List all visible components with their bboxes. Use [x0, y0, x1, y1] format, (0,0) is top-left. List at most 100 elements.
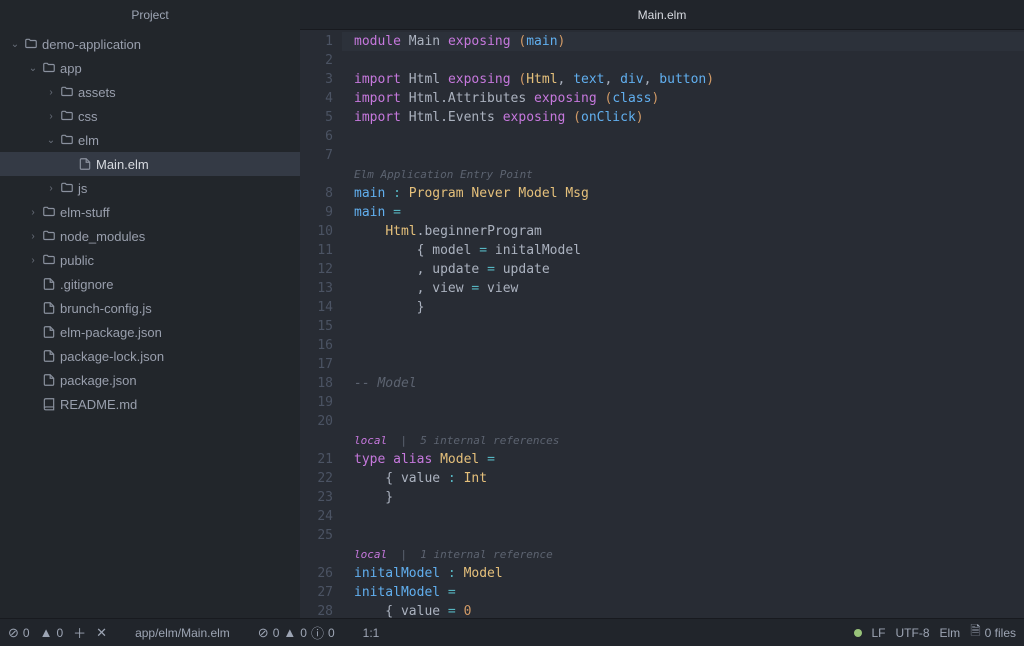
tree-item-label: package-lock.json — [60, 349, 164, 364]
status-bar: ⊘ 0 ▲ 0 ＋ ✕ app/elm/Main.elm ⊘ 0 ▲ 0 ⓘ 0… — [0, 618, 1024, 646]
code-line[interactable]: Html.beginnerProgram — [354, 222, 1024, 241]
tree-item-label: Main.elm — [96, 157, 149, 172]
code-annotation[interactable]: local | 1 internal reference — [354, 545, 1024, 564]
code-line[interactable]: } — [354, 298, 1024, 317]
tree-item-label: css — [78, 109, 98, 124]
book-icon — [40, 397, 58, 411]
status-git-indicator[interactable] — [854, 629, 862, 637]
status-errors[interactable]: ⊘ 0 — [8, 625, 30, 641]
code-line[interactable]: initalModel : Model — [354, 564, 1024, 583]
chevron-right-icon[interactable]: › — [26, 207, 40, 218]
tree-item[interactable]: elm-package.json — [0, 320, 300, 344]
line-number: 27 — [300, 583, 333, 602]
code-annotation[interactable]: local | 5 internal references — [354, 431, 1024, 450]
code-line[interactable]: initalModel = — [354, 583, 1024, 602]
chevron-right-icon[interactable]: › — [44, 183, 58, 194]
tree-item[interactable]: Main.elm — [0, 152, 300, 176]
code-line[interactable]: main : Program Never Model Msg — [354, 184, 1024, 203]
status-diagnostics: ⊘ 0 ▲ 0 ⓘ 0 — [258, 623, 335, 642]
line-number: 18 — [300, 374, 333, 393]
tree-item[interactable]: ⌄elm — [0, 128, 300, 152]
chevron-right-icon[interactable]: › — [26, 231, 40, 242]
tab-bar: Main.elm — [300, 0, 1024, 30]
error-icon: ⊘ — [8, 625, 19, 641]
status-language[interactable]: Elm — [940, 626, 961, 640]
folder-icon — [58, 181, 76, 195]
code-line[interactable] — [354, 127, 1024, 146]
code-line[interactable]: module Main exposing (main) — [342, 32, 1024, 51]
status-encoding[interactable]: UTF-8 — [896, 626, 930, 640]
tree-item-label: elm-stuff — [60, 205, 110, 220]
tree-item-label: assets — [78, 85, 116, 100]
code-line[interactable]: { value = 0 — [354, 602, 1024, 618]
code-line[interactable]: , view = view — [354, 279, 1024, 298]
code-line[interactable]: , update = update — [354, 260, 1024, 279]
line-number: 21 — [300, 450, 333, 469]
line-number: 20 — [300, 412, 333, 431]
line-number: 25 — [300, 526, 333, 545]
tree-item[interactable]: › assets — [0, 80, 300, 104]
chevron-right-icon[interactable]: › — [44, 87, 58, 98]
folder-icon — [40, 229, 58, 243]
tree-item[interactable]: README.md — [0, 392, 300, 416]
git-clean-icon — [854, 629, 862, 637]
code-line[interactable] — [354, 412, 1024, 431]
tree-item[interactable]: ›js — [0, 176, 300, 200]
tree-item[interactable]: brunch-config.js — [0, 296, 300, 320]
code-line[interactable]: type alias Model = — [354, 450, 1024, 469]
line-number: . — [300, 165, 333, 184]
tree-item-label: node_modules — [60, 229, 145, 244]
code-line[interactable]: import Html.Events exposing (onClick) — [354, 108, 1024, 127]
code-line[interactable] — [354, 507, 1024, 526]
code-line[interactable] — [354, 146, 1024, 165]
tree-item-label: package.json — [60, 373, 137, 388]
chevron-down-icon[interactable]: ⌄ — [44, 135, 58, 146]
line-number: 2 — [300, 51, 333, 70]
code-line[interactable]: { value : Int — [354, 469, 1024, 488]
code-annotation[interactable]: Elm Application Entry Point — [354, 165, 1024, 184]
status-add[interactable]: ＋ — [73, 623, 86, 642]
line-gutter: 1234567.891011121314151617181920.2122232… — [300, 30, 342, 618]
status-cursor-position[interactable]: 1:1 — [363, 626, 380, 640]
code-line[interactable] — [354, 317, 1024, 336]
code-line[interactable] — [354, 526, 1024, 545]
tree-item[interactable]: package-lock.json — [0, 344, 300, 368]
status-warnings[interactable]: ▲ 0 — [40, 625, 64, 640]
chevron-down-icon[interactable]: ⌄ — [26, 63, 40, 74]
status-line-ending[interactable]: LF — [872, 626, 886, 640]
tree-item[interactable]: ›public — [0, 248, 300, 272]
status-close[interactable]: ✕ — [96, 625, 107, 641]
file-icon: 🗎 — [970, 622, 980, 644]
tree-item-label: demo-application — [42, 37, 141, 52]
folder-icon — [58, 85, 76, 99]
line-number: 15 — [300, 317, 333, 336]
tree-item[interactable]: › node_modules — [0, 224, 300, 248]
tab-active[interactable]: Main.elm — [638, 8, 687, 22]
status-files[interactable]: 🗎 0 files — [970, 622, 1016, 644]
code-line[interactable]: { model = initalModel — [354, 241, 1024, 260]
code-line[interactable]: import Html.Attributes exposing (class) — [354, 89, 1024, 108]
chevron-down-icon[interactable]: ⌄ — [8, 39, 22, 50]
file-icon — [76, 157, 94, 171]
code-content[interactable]: module Main exposing (main) import Html … — [342, 30, 1024, 618]
tree-item[interactable]: package.json — [0, 368, 300, 392]
chevron-right-icon[interactable]: › — [44, 111, 58, 122]
code-area[interactable]: 1234567.891011121314151617181920.2122232… — [300, 30, 1024, 618]
code-line[interactable]: -- Model — [354, 374, 1024, 393]
file-icon — [40, 301, 58, 315]
code-line[interactable] — [354, 51, 1024, 70]
tree-item[interactable]: ⌄app — [0, 56, 300, 80]
code-line[interactable] — [354, 336, 1024, 355]
tree-item[interactable]: .gitignore — [0, 272, 300, 296]
tree-item[interactable]: ⌄ demo-application — [0, 32, 300, 56]
chevron-right-icon[interactable]: › — [26, 255, 40, 266]
tree-item[interactable]: › css — [0, 104, 300, 128]
code-line[interactable] — [354, 393, 1024, 412]
line-number: 8 — [300, 184, 333, 203]
code-line[interactable]: import Html exposing (Html, text, div, b… — [354, 70, 1024, 89]
code-line[interactable]: } — [354, 488, 1024, 507]
code-line[interactable] — [354, 355, 1024, 374]
code-line[interactable]: main = — [354, 203, 1024, 222]
status-errors-count: 0 — [23, 626, 30, 640]
tree-item[interactable]: › elm-stuff — [0, 200, 300, 224]
